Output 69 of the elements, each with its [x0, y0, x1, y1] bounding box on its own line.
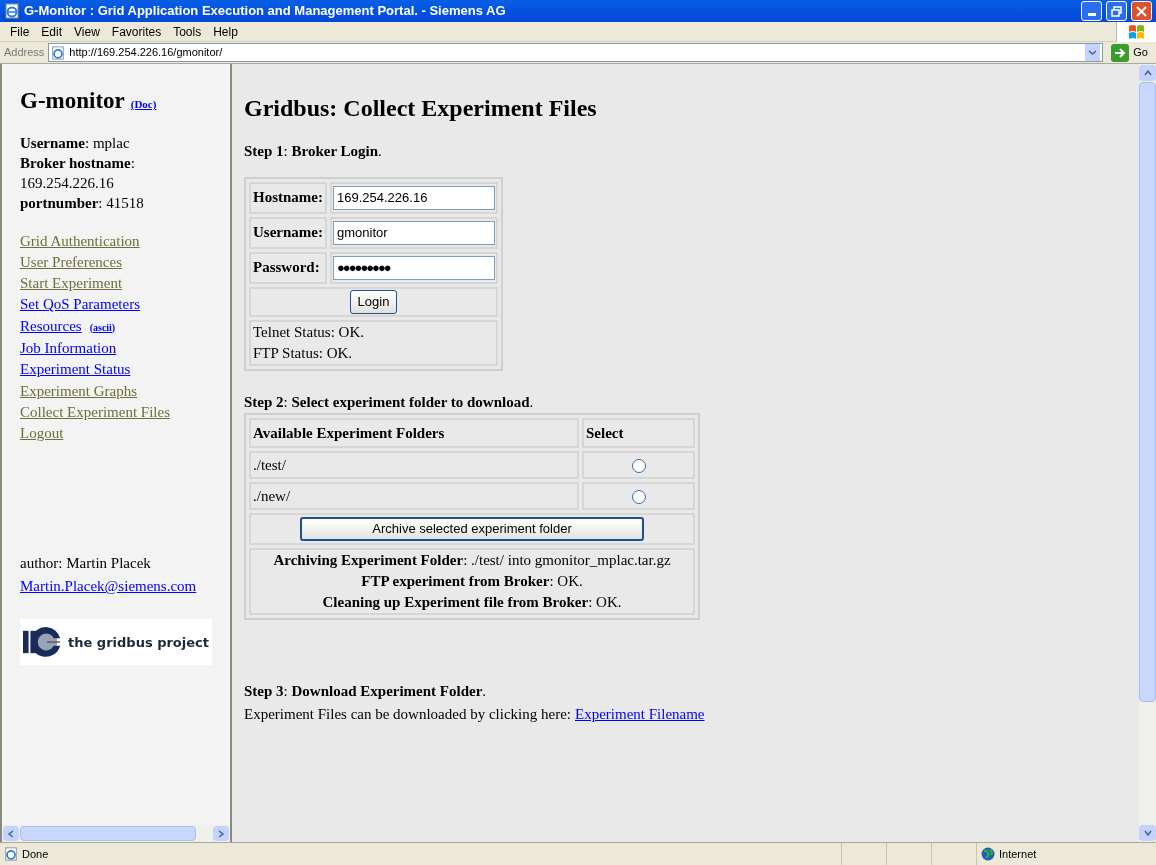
- status-message: FTP Status: OK.: [253, 343, 354, 363]
- folder-cell: ./test/: [249, 451, 579, 479]
- step-heading: Step 2: Select experiment folder to download.: [244, 392, 535, 412]
- column-header: Available Experiment Folders: [249, 418, 579, 448]
- windows-logo-icon: [1127, 23, 1146, 40]
- vertical-scrollbar[interactable]: [1139, 64, 1156, 842]
- nav-link[interactable]: Grid Authentication: [20, 230, 140, 252]
- archive-button[interactable]: Archive selected experiment folder: [300, 517, 644, 541]
- nav-link[interactable]: Experiment Status: [20, 359, 131, 381]
- status-message: FTP experiment from Broker: OK.: [360, 572, 584, 591]
- restore-icon: [1111, 5, 1122, 17]
- radio-button[interactable]: [631, 459, 646, 474]
- sidebar-title: G-monitor: [20, 87, 125, 115]
- field-label: Username:: [249, 216, 327, 249]
- info-text: 169.254.226.16: [20, 173, 115, 193]
- ascii-link[interactable]: (ascii): [89, 316, 116, 338]
- text-field[interactable]: 169.254.226.16: [333, 185, 495, 210]
- doc-link[interactable]: (Doc): [130, 96, 157, 113]
- minimize-button[interactable]: [1081, 1, 1102, 21]
- column-header: Select: [582, 418, 695, 448]
- close-button[interactable]: [1131, 1, 1152, 21]
- page-title: Gridbus: Collect Experiment Files: [244, 94, 598, 123]
- address-label: Address: [4, 45, 45, 61]
- text-field[interactable]: gmonitor: [333, 220, 495, 245]
- author-text: author: Martin Placek: [20, 554, 152, 574]
- nav-link[interactable]: Experiment Graphs: [20, 380, 138, 402]
- address-field[interactable]: http://169.254.226.16/gmonitor/: [48, 43, 1104, 62]
- status-text: Done: [22, 846, 50, 862]
- radio-button[interactable]: [631, 490, 646, 505]
- globe-icon: [981, 847, 995, 861]
- menu-item[interactable]: Tools: [167, 22, 208, 41]
- window-title: G-Monitor : Grid Application Execution and Management Portal. - Siemens AG: [24, 2, 507, 21]
- nav-link[interactable]: User Preferences: [20, 251, 123, 274]
- step-heading: Step 3: Download Experiment Folder.: [244, 682, 488, 701]
- security-zone: Internet: [999, 846, 1037, 862]
- nav-link[interactable]: Start Experiment: [20, 273, 123, 295]
- login-button[interactable]: Login: [349, 289, 398, 314]
- nav-link[interactable]: Set QoS Parameters: [20, 294, 140, 316]
- field-label: Password:: [249, 251, 327, 284]
- folder-cell: ./new/: [249, 482, 579, 510]
- download-link[interactable]: Experiment Filename: [575, 702, 705, 725]
- go-button[interactable]: Go: [1107, 43, 1152, 62]
- status-message: Cleaning up Experiment file from Broker: OK.: [321, 593, 623, 612]
- nav-link[interactable]: Collect Experiment Files: [20, 401, 170, 424]
- horizontal-scrollbar[interactable]: [2, 825, 230, 842]
- menu-item[interactable]: Edit: [35, 22, 69, 41]
- nav-link[interactable]: Job Information: [20, 338, 117, 360]
- info-text: Username: mplac: [20, 133, 131, 153]
- menu-item[interactable]: View: [68, 22, 106, 41]
- menu-item[interactable]: Help: [207, 22, 244, 41]
- close-icon: [1136, 5, 1147, 17]
- restore-button[interactable]: [1106, 1, 1127, 21]
- menu-item[interactable]: File: [4, 22, 36, 41]
- download-text: Experiment Files can be downloaded by clicking here:: [244, 704, 571, 724]
- step-heading: Step 1: Broker Login.: [244, 142, 383, 161]
- nav-link[interactable]: Resources: [20, 315, 82, 337]
- nav-link[interactable]: Logout: [20, 423, 64, 445]
- browser-icon: [4, 3, 20, 19]
- page-icon: [4, 847, 18, 861]
- page-icon: [51, 45, 66, 60]
- status-message: Archiving Experiment Folder: ./test/ into gmonitor_mplac.tar.gz: [272, 551, 672, 570]
- email-link[interactable]: Martin.Placek@siemens.com: [20, 574, 212, 598]
- status-message: Telnet Status: OK.: [253, 322, 366, 342]
- info-text: portnumber: 41518: [20, 193, 145, 213]
- menu-item[interactable]: Favorites: [105, 22, 168, 41]
- info-text: Broker hostname:: [20, 153, 136, 173]
- gridbus-logo: the gridbus project: [20, 619, 212, 666]
- field-label: Hostname:: [249, 181, 327, 214]
- password-field[interactable]: ●●●●●●●●●: [333, 255, 495, 280]
